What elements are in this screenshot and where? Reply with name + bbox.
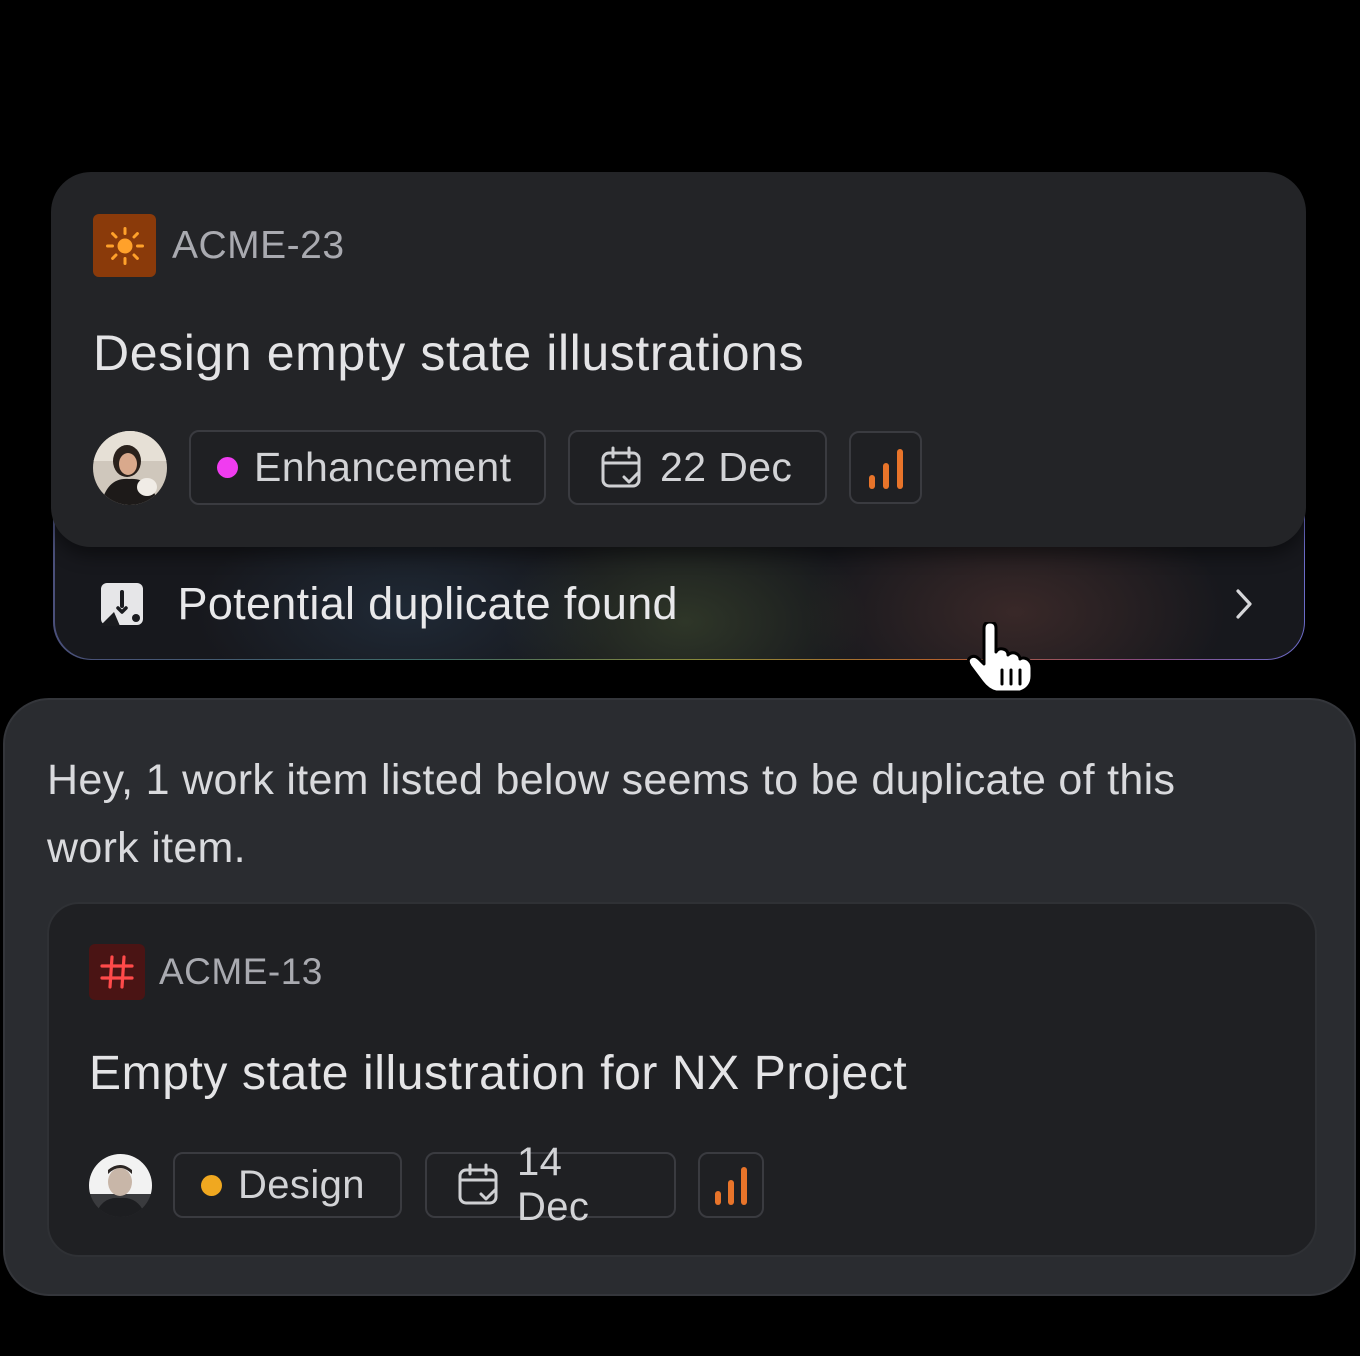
priority-pill[interactable]: [698, 1152, 764, 1218]
assignee-avatar[interactable]: [93, 430, 167, 505]
sun-icon: [93, 214, 156, 277]
hand-pointer-icon: [962, 620, 1042, 699]
current-work-item-card[interactable]: ACME-23 Design empty state illustrations…: [51, 172, 1306, 547]
duplicate-item-id: ACME-13: [159, 951, 323, 992]
label-color-dot: [201, 1174, 222, 1196]
work-item-title: Design empty state illustrations: [93, 325, 805, 381]
due-date-pill[interactable]: 14 Dec: [425, 1140, 676, 1229]
duplicate-message: Hey, 1 work item listed below seems to b…: [47, 756, 1176, 872]
calendar-icon: [457, 1163, 499, 1207]
due-date-text: 22 Dec: [660, 444, 793, 490]
label-text: Enhancement: [254, 444, 512, 490]
duplicate-banner-text: Potential duplicate found: [177, 577, 678, 629]
label-pill[interactable]: Enhancement: [189, 430, 546, 505]
due-date-text: 14 Dec: [517, 1140, 590, 1229]
assignee-avatar[interactable]: [89, 1153, 152, 1217]
duplicate-item-title: Empty state illustration for NX Project: [89, 1047, 908, 1100]
duplicate-work-item-card[interactable]: ACME-13 Empty state illustration for NX …: [47, 902, 1317, 1257]
duplicates-panel: Hey, 1 work item listed below seems to b…: [3, 698, 1356, 1296]
calendar-icon: [600, 446, 642, 490]
label-text: Design: [238, 1162, 365, 1207]
label-pill[interactable]: Design: [173, 1152, 402, 1218]
duplicate-banner[interactable]: Potential duplicate found: [55, 549, 1304, 659]
work-item-id-row: ACME-23: [93, 214, 345, 277]
due-date-pill[interactable]: 22 Dec: [568, 430, 827, 505]
priority-pill[interactable]: [849, 431, 922, 504]
duplicate-item-id-row: ACME-13: [89, 944, 323, 1000]
signal-bars-icon: [868, 447, 904, 489]
duplicate-alert-icon: [99, 582, 144, 626]
work-item-id: ACME-23: [172, 223, 345, 267]
label-color-dot: [217, 457, 238, 478]
duplicate-item-properties: Design 14 Dec: [89, 1140, 764, 1229]
chevron-right-icon[interactable]: [1232, 587, 1256, 621]
hash-icon: [89, 944, 145, 1000]
work-item-properties: Enhancement 22 Dec: [93, 430, 922, 505]
signal-bars-icon: [714, 1165, 748, 1205]
